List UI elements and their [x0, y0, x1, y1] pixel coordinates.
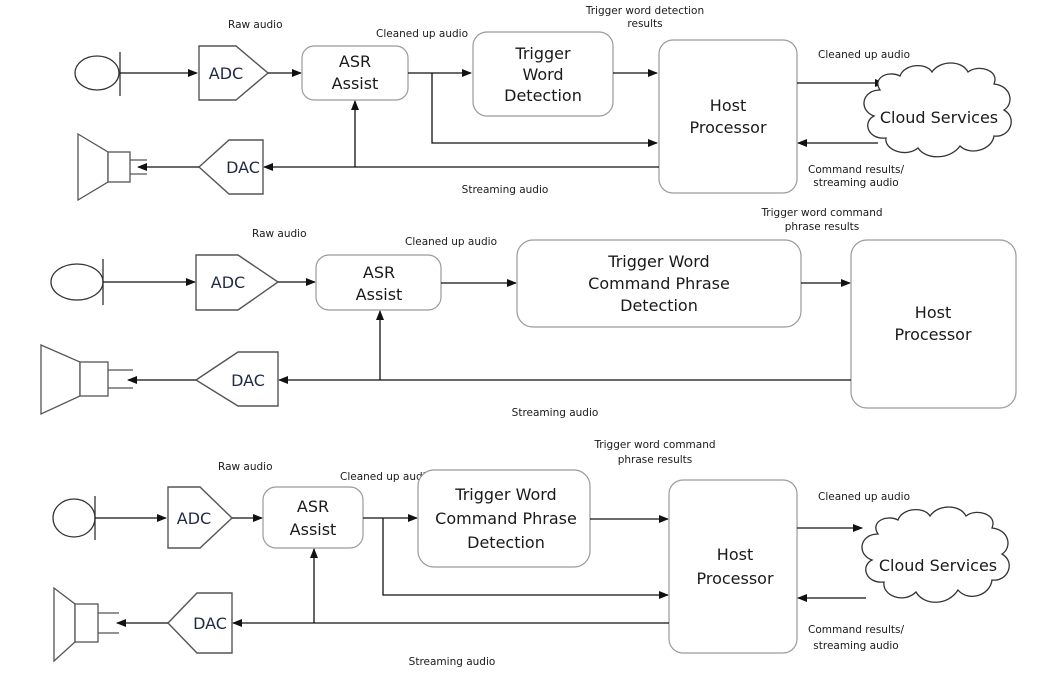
detection-label-line3: Detection — [620, 296, 698, 315]
detection-results-label-line2: phrase results — [785, 221, 860, 233]
streaming-audio-label: Streaming audio — [462, 184, 549, 196]
asr-assist-block: ASR Assist — [315, 254, 442, 311]
adc-block: ADC — [167, 486, 234, 549]
speaker-icon — [77, 132, 147, 202]
detection-label-line3: Detection — [504, 86, 582, 105]
adc-block: ADC — [198, 45, 270, 101]
raw-audio-label: Raw audio — [252, 228, 307, 240]
detection-label-line2: Word — [522, 65, 563, 84]
asr-assist-label-line2: Assist — [356, 285, 403, 304]
detection-results-label-line1: Trigger word command — [593, 439, 715, 451]
cloud-services-label: Cloud Services — [879, 556, 997, 575]
trigger-word-command-phrase-detection-block: Trigger Word Command Phrase Detection — [516, 239, 802, 328]
detection-label-line2: Command Phrase — [435, 509, 577, 528]
detection-results-label-line2: results — [627, 18, 662, 30]
cloud-services-block: Cloud Services — [863, 62, 1012, 158]
detection-label-line1: Trigger — [514, 44, 571, 63]
trigger-word-command-phrase-detection-block: Trigger Word Command Phrase Detection — [417, 469, 591, 568]
host-label-line2: Processor — [696, 569, 773, 588]
detection-label-line1: Trigger Word — [454, 485, 556, 504]
host-label-line1: Host — [710, 96, 746, 115]
dac-block: DAC — [167, 592, 233, 654]
panel-1: ADC ASR Assist Raw audio Cleaned up audi… — [74, 5, 1012, 202]
detection-label-line2: Command Phrase — [588, 274, 730, 293]
dac-label: DAC — [193, 614, 227, 633]
speaker-icon — [40, 344, 133, 416]
detection-label-line3: Detection — [467, 533, 545, 552]
dac-block: DAC — [194, 351, 279, 407]
streaming-audio-label: Streaming audio — [512, 407, 599, 419]
command-results-label-line2: streaming audio — [813, 640, 898, 652]
asr-assist-block: ASR Assist — [262, 486, 364, 549]
adc-label: ADC — [209, 64, 243, 83]
speaker-icon — [53, 586, 119, 663]
asr-assist-label-line2: Assist — [332, 74, 379, 93]
detection-results-label-line2: phrase results — [618, 454, 693, 466]
cleaned-up-audio-cloud-label: Cleaned up audio — [818, 49, 910, 61]
microphone-icon — [74, 52, 121, 96]
cloud-icon — [861, 506, 1010, 603]
panel-3: ADC ASR Assist Raw audio Cleaned up audi… — [52, 439, 1010, 668]
command-results-label-line1: Command results/ — [808, 624, 904, 636]
panel-2: ADC ASR Assist Raw audio Cleaned up audi… — [40, 207, 1017, 419]
asr-assist-label-line1: ASR — [339, 52, 371, 71]
adc-label: ADC — [177, 509, 211, 528]
asr-assist-label-line1: ASR — [297, 497, 329, 516]
streaming-audio-label: Streaming audio — [409, 656, 496, 668]
adc-block: ADC — [195, 254, 280, 311]
detection-results-label-line1: Trigger word detection — [585, 5, 704, 17]
raw-audio-label: Raw audio — [218, 461, 273, 473]
dac-block: DAC — [197, 139, 264, 195]
host-label-line1: Host — [915, 303, 951, 322]
dac-label: DAC — [226, 158, 260, 177]
detection-results-label-line1: Trigger word command — [760, 207, 882, 219]
host-processor-block: Host Processor — [850, 239, 1017, 409]
command-results-label-line1: Command results/ — [808, 164, 904, 176]
dac-label: DAC — [231, 371, 265, 390]
host-label-line2: Processor — [894, 325, 971, 344]
cleaned-up-audio-cloud-label: Cleaned up audio — [818, 491, 910, 503]
detection-label-line1: Trigger Word — [607, 252, 709, 271]
cloud-services-label: Cloud Services — [880, 108, 998, 127]
cleaned-up-audio-label: Cleaned up audio — [376, 28, 468, 40]
microphone-icon — [52, 496, 96, 540]
cloud-services-block: Cloud Services — [861, 506, 1010, 603]
audio-architecture-diagram: ADC ASR Assist Raw audio Cleaned up audi… — [0, 0, 1057, 687]
raw-audio-label: Raw audio — [228, 19, 283, 31]
asr-assist-label-line1: ASR — [363, 263, 395, 282]
trigger-word-detection-block: Trigger Word Detection — [472, 31, 614, 117]
host-label-line1: Host — [717, 545, 753, 564]
host-label-line2: Processor — [689, 118, 766, 137]
host-processor-block: Host Processor — [668, 479, 798, 654]
adc-label: ADC — [211, 273, 245, 292]
command-results-label-line2: streaming audio — [813, 177, 898, 189]
host-processor-block: Host Processor — [658, 39, 798, 194]
asr-assist-block: ASR Assist — [301, 45, 409, 101]
microphone-icon — [50, 259, 104, 305]
asr-assist-label-line2: Assist — [290, 520, 337, 539]
cleaned-up-audio-label: Cleaned up audio — [405, 236, 497, 248]
